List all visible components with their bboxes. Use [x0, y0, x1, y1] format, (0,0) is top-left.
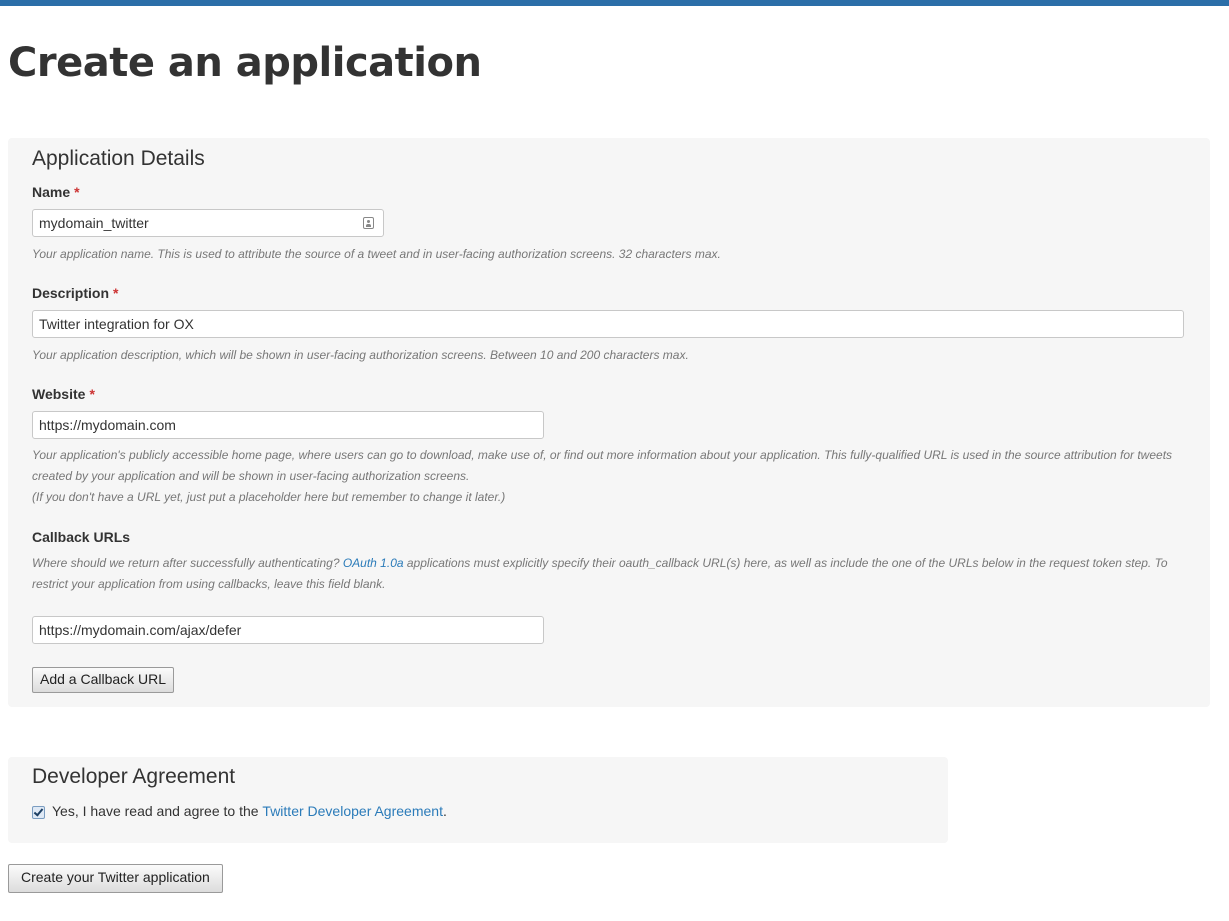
website-input-value: https://mydomain.com — [39, 417, 176, 433]
callback-url-input-value: https://mydomain.com/ajax/defer — [39, 622, 242, 638]
application-details-panel: Application Details Name * mydomain_twitt… — [8, 138, 1210, 707]
required-marker: * — [74, 184, 80, 200]
callback-urls-label: Callback URLs — [32, 529, 131, 545]
callback-url-input[interactable]: https://mydomain.com/ajax/defer — [32, 616, 544, 644]
name-label: Name * — [32, 184, 80, 200]
agreement-text-suffix: . — [442, 803, 447, 819]
create-application-button[interactable]: Create your Twitter application — [8, 864, 223, 893]
description-input[interactable]: Twitter integration for OX — [32, 310, 1184, 338]
description-label-text: Description — [32, 285, 110, 301]
application-details-legend: Application Details — [32, 147, 205, 170]
callback-help-line-2: restrict your application from using cal… — [32, 577, 386, 591]
callback-help-suffix: applications must explicitly specify the… — [403, 556, 1168, 570]
website-label: Website * — [32, 386, 95, 402]
agreement-text-prefix: Yes, I have read and agree to the — [52, 803, 259, 819]
required-marker: * — [89, 386, 95, 402]
callback-help-line-1: Where should we return after successfull… — [32, 553, 1168, 574]
developer-agreement-legend: Developer Agreement — [32, 765, 236, 788]
add-callback-url-button[interactable]: Add a Callback URL — [32, 667, 175, 693]
name-label-text: Name — [32, 184, 71, 200]
description-help-text: Your application description, which will… — [32, 348, 689, 362]
page-title: Create an application — [8, 40, 482, 86]
developer-agreement-link[interactable]: Twitter Developer Agreement — [262, 803, 443, 819]
callback-help-prefix: Where should we return after successfull… — [32, 556, 343, 570]
website-help-line-3: (If you don't have a URL yet, just put a… — [32, 490, 506, 504]
agreement-row: Yes, I have read and agree to the Twitte… — [32, 803, 447, 819]
website-help-line-1: Your application's publicly accessible h… — [32, 448, 1173, 462]
name-help-text: Your application name. This is used to a… — [32, 247, 721, 261]
name-input[interactable]: mydomain_twitter — [32, 209, 384, 237]
contact-card-icon[interactable] — [363, 217, 374, 229]
agreement-checkbox[interactable] — [32, 805, 45, 819]
description-label: Description * — [32, 285, 118, 301]
website-input[interactable]: https://mydomain.com — [32, 411, 544, 439]
oauth-link[interactable]: OAuth 1.0a — [343, 556, 404, 570]
website-label-text: Website — [32, 386, 86, 402]
name-input-value: mydomain_twitter — [39, 215, 149, 231]
required-marker: * — [113, 285, 119, 301]
developer-agreement-panel: Developer Agreement Yes, I have read and… — [8, 757, 948, 843]
description-input-value: Twitter integration for OX — [39, 316, 194, 332]
website-help-line-2: created by your application and will be … — [32, 469, 470, 483]
top-nav-bar — [0, 0, 1229, 6]
